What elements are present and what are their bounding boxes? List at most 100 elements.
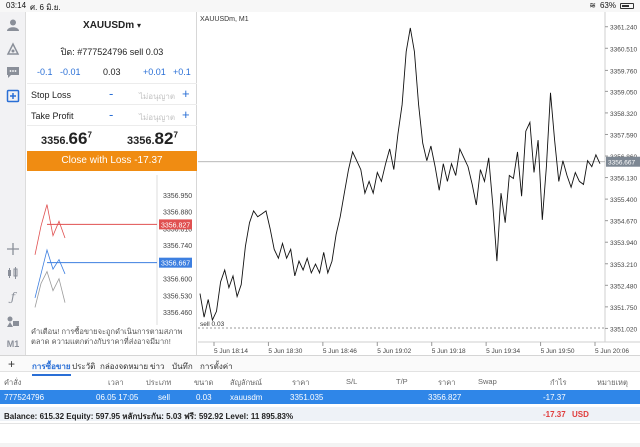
stop-loss-label: Stop Loss xyxy=(31,90,72,100)
take-profit-plus-button[interactable]: + xyxy=(182,107,190,122)
x-tick-label: 5 Jun 20:06 xyxy=(595,348,629,355)
mini-series-line xyxy=(34,270,66,308)
row-size: 0.03 xyxy=(196,393,212,402)
position-label: sell 0.03 xyxy=(200,321,225,328)
chart-title: XAUUSDm, M1 xyxy=(200,16,249,23)
y-tick-label: 3359.050 xyxy=(610,89,637,96)
battery-icon xyxy=(620,2,634,9)
y-tick-label: 3356.130 xyxy=(610,176,637,183)
tab-journal[interactable]: บันทึก xyxy=(172,360,193,373)
horizontal-scrollbar[interactable] xyxy=(0,443,640,447)
status-bar: 03:14 ศ. 6 มิ.ย. ≋ 63% xyxy=(0,0,640,12)
y-tick-label: 3351.020 xyxy=(610,326,637,333)
currency: USD xyxy=(572,410,589,419)
chat-icon[interactable] xyxy=(4,63,22,81)
divider xyxy=(0,423,640,424)
tab-mailbox[interactable]: กล่องจดหมาย xyxy=(100,360,148,373)
mini-y-tick-label: 3356.950 xyxy=(163,193,192,200)
chart-background xyxy=(198,12,640,355)
tick-chart: 3356.9503356.8803356.8103356.7403356.670… xyxy=(34,175,192,325)
y-tick-label: 3352.480 xyxy=(610,283,637,290)
x-tick-label: 5 Jun 19:02 xyxy=(377,348,411,355)
stop-loss-input[interactable]: ไม่อนุญาต xyxy=(139,90,175,103)
candles-icon[interactable] xyxy=(4,264,22,282)
volume-plus-small-button[interactable]: +0.01 xyxy=(143,67,166,77)
order-description: ปิด: #777524796 sell 0.03 xyxy=(60,47,164,57)
ask-price: 3356.827 xyxy=(127,129,178,148)
take-profit-row: Take Profit - ไม่อนุญาต + xyxy=(27,104,197,126)
symbol-selector[interactable]: XAUUSDm ▾ xyxy=(27,20,197,31)
y-tick-label: 3357.590 xyxy=(610,132,637,139)
stop-loss-minus-button[interactable]: - xyxy=(109,86,113,101)
col-type: ประเภท xyxy=(146,378,172,387)
account-icon[interactable] xyxy=(4,16,22,34)
take-profit-input[interactable]: ไม่อนุญาต xyxy=(139,111,175,124)
table-header: คำสั่ง เวลา ประเภท ขนาด สัญลักษณ์ ราคา S… xyxy=(0,374,640,388)
trade-icon[interactable] xyxy=(4,40,22,58)
row-price: 3356.827 xyxy=(428,393,462,402)
y-tick-label: 3361.240 xyxy=(610,25,637,32)
volume-value[interactable]: 0.03 xyxy=(103,67,121,77)
tab-news[interactable]: ข่าว xyxy=(150,360,164,373)
col-comment: หมายเหตุ xyxy=(597,378,628,387)
balance-bar: Balance: 615.32 Equity: 597.95 หลักประกั… xyxy=(0,407,640,421)
col-size: ขนาด xyxy=(194,378,214,387)
mini-ask-label: 3356.827 xyxy=(161,222,190,229)
mini-y-tick-label: 3356.600 xyxy=(163,277,192,284)
x-tick-label: 5 Jun 18:14 xyxy=(214,348,248,355)
tab-history[interactable]: ประวัติ xyxy=(72,360,95,373)
x-tick-label: 5 Jun 19:34 xyxy=(486,348,520,355)
wifi-icon: ≋ xyxy=(589,1,596,10)
take-profit-minus-button[interactable]: - xyxy=(109,107,113,122)
mini-series-line xyxy=(34,204,66,255)
col-symbol: สัญลักษณ์ xyxy=(230,378,263,387)
x-tick-label: 5 Jun 18:46 xyxy=(323,348,357,355)
new-order-icon[interactable] xyxy=(4,87,22,105)
col-time: เวลา xyxy=(108,378,124,387)
take-profit-label: Take Profit xyxy=(31,111,74,121)
market-warning: คำเตือน! การซื้อขายจะถูกดำเนินการตามสภาพ… xyxy=(31,327,183,346)
balance-summary: Balance: 615.32 Equity: 597.95 หลักประกั… xyxy=(4,412,294,421)
col-profit: กำไร xyxy=(550,378,567,387)
col-order: คำสั่ง xyxy=(4,378,22,387)
volume-minus-big-button[interactable]: -0.1 xyxy=(37,67,53,77)
bid-price: 3356.667 xyxy=(41,129,92,148)
add-order-icon[interactable]: + xyxy=(8,357,15,371)
col-tp: T/P xyxy=(396,377,408,386)
mini-y-tick-label: 3356.530 xyxy=(163,293,192,300)
row-time: 06.05 17:05 xyxy=(96,393,139,402)
y-tick-label: 3353.210 xyxy=(610,262,637,269)
objects-icon[interactable] xyxy=(4,312,22,330)
battery-percent: 63% xyxy=(599,1,616,10)
y-tick-label: 3353.940 xyxy=(610,240,637,247)
row-type: sell xyxy=(158,393,171,402)
close-with-loss-button[interactable]: Close with Loss -17.37 xyxy=(27,151,197,171)
status-time: 03:14 xyxy=(6,1,27,10)
indicator-icon[interactable]: ƒ xyxy=(4,288,22,306)
tab-settings[interactable]: การตั้งค่า xyxy=(200,360,233,373)
timeframe-button[interactable]: M1 xyxy=(4,335,22,353)
price-chart[interactable]: XAUUSDm, M1 3361.240 3360.510 3359.760 3359.… xyxy=(198,12,640,355)
x-tick-label: 5 Jun 18:30 xyxy=(268,348,302,355)
col-price: ราคา xyxy=(438,378,456,387)
col-sl: S/L xyxy=(346,377,358,386)
x-tick-label: 5 Jun 19:50 xyxy=(541,348,575,355)
table-row[interactable]: 777524796 06.05 17:05 sell 0.03 xauusdm … xyxy=(0,390,640,404)
y-tick-label: 3358.320 xyxy=(610,111,637,118)
row-symbol: xauusdm xyxy=(230,393,263,402)
crosshair-icon[interactable] xyxy=(4,240,22,258)
terminal-tabs: + การซื้อขาย ประวัติ กล่องจดหมาย ข่าว บั… xyxy=(0,355,640,376)
y-tick-label: 3354.670 xyxy=(610,219,637,226)
volume-plus-big-button[interactable]: +0.1 xyxy=(173,67,191,77)
order-panel: XAUUSDm ▾ ปิด: #777524796 sell 0.03 -0.1… xyxy=(27,12,197,355)
chevron-down-icon: ▾ xyxy=(136,21,141,30)
row-open-price: 3351.035 xyxy=(290,393,324,402)
function-icon: ƒ xyxy=(10,290,16,304)
y-tick-label: 3359.760 xyxy=(610,68,637,75)
volume-minus-small-button[interactable]: -0.01 xyxy=(60,67,81,77)
current-price-label: 3356.667 xyxy=(608,160,635,167)
x-tick-label: 5 Jun 19:18 xyxy=(432,348,466,355)
symbol-name: XAUUSDm xyxy=(83,20,135,31)
mini-y-tick-label: 3356.740 xyxy=(163,243,192,250)
stop-loss-plus-button[interactable]: + xyxy=(182,86,190,101)
